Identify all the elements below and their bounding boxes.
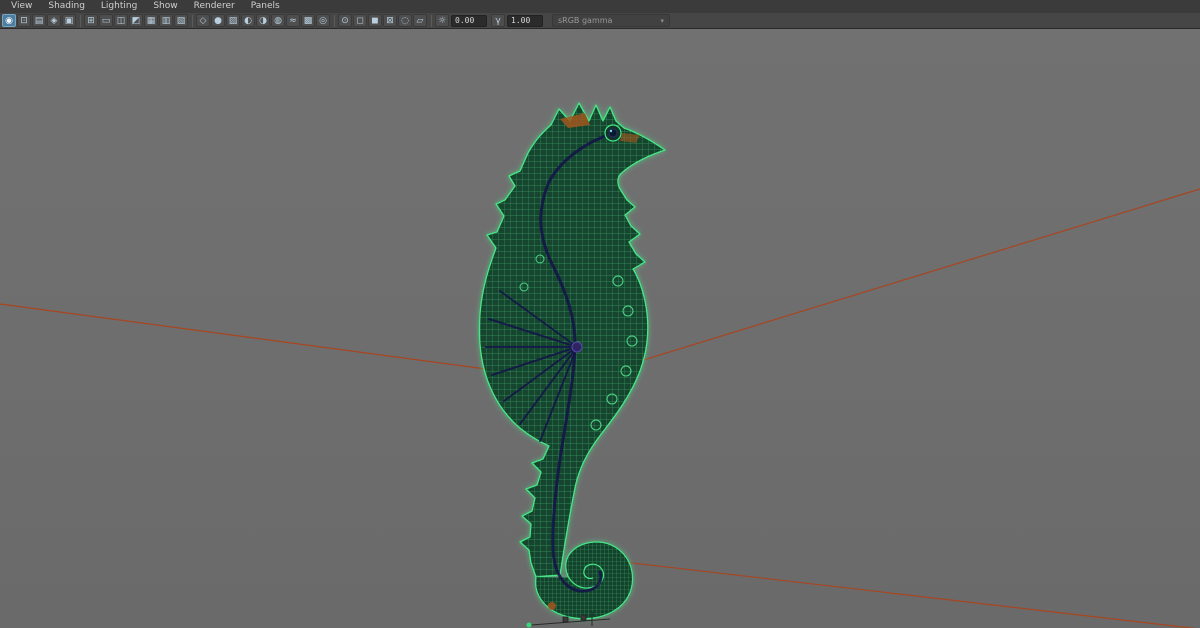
resolution-gate-icon[interactable]: ◫ — [114, 14, 128, 27]
chevron-down-icon: ▾ — [660, 16, 664, 25]
menu-panels[interactable]: Panels — [243, 0, 288, 13]
image-plane-icon[interactable]: ▣ — [62, 14, 76, 27]
use-all-lights-icon[interactable]: ◐ — [241, 14, 255, 27]
menu-shading[interactable]: Shading — [40, 0, 93, 13]
ambient-occlusion-icon[interactable]: ◍ — [271, 14, 285, 27]
xray-joints-icon[interactable]: ◼ — [368, 14, 382, 27]
toolbar-divider — [80, 14, 81, 27]
wireframe-display-icon[interactable]: ◇ — [196, 14, 210, 27]
default-material-icon[interactable]: ◌ — [398, 14, 412, 27]
gamma-toggle-icon[interactable]: γ — [491, 14, 505, 27]
film-gate-icon[interactable]: ▭ — [99, 14, 113, 27]
viewport[interactable] — [0, 29, 1200, 628]
seahorse-eye — [604, 124, 622, 142]
select-camera-icon[interactable]: ◉ — [2, 14, 16, 27]
wireframe-on-shaded-icon[interactable]: ⊠ — [383, 14, 397, 27]
panel-toolbar: ◉⊡▤◈▣ ⊞▭◫◩▦▥▧ ◇●▨◐◑◍≈▩◎ ⊙◻◼⊠◌▱ ☼ γ sRGB gam… — [0, 13, 1200, 29]
menu-renderer[interactable]: Renderer — [186, 0, 243, 13]
smooth-shade-icon[interactable]: ● — [211, 14, 225, 27]
menu-view[interactable]: View — [3, 0, 40, 13]
toolbar-divider — [431, 14, 432, 27]
textured-display-icon[interactable]: ▨ — [226, 14, 240, 27]
seahorse-wireframe-model[interactable] — [478, 102, 666, 620]
shadows-toggle-icon[interactable]: ◑ — [256, 14, 270, 27]
isolate-select-icon[interactable]: ⊙ — [338, 14, 352, 27]
safe-title-icon[interactable]: ▧ — [174, 14, 188, 27]
gamma-field[interactable] — [507, 14, 543, 27]
camera-attributes-icon[interactable]: ▤ — [32, 14, 46, 27]
paint-effects-display-icon[interactable]: ▱ — [413, 14, 427, 27]
bookmarks-icon[interactable]: ◈ — [47, 14, 61, 27]
exposure-field[interactable] — [451, 14, 487, 27]
viewport-canvas — [0, 102, 1200, 628]
icon-toolbar-groups: ◉ ⊡ ▤ ◈ ▣ ⊞ ▭ ◫ ◩ ▦ ▥ ▧ ◇ ● ▨ ◐ ◑ ◍ ≈ ▩ ◎ ⊙ ◻ ◼ ⊠ ◌ ▱ — [2, 14, 428, 27]
motion-blur-icon[interactable]: ≈ — [286, 14, 300, 27]
grid-toggle-icon[interactable]: ⊞ — [84, 14, 98, 27]
panel-menubar: View Shading Lighting Show Renderer Panels — [0, 0, 1200, 13]
toolbar-divider — [192, 14, 193, 27]
view-transform-value: sRGB gamma — [558, 16, 613, 25]
gate-mask-icon[interactable]: ◩ — [129, 14, 143, 27]
safe-action-icon[interactable]: ▥ — [159, 14, 173, 27]
field-chart-icon[interactable]: ▦ — [144, 14, 158, 27]
depth-of-field-icon[interactable]: ◎ — [316, 14, 330, 27]
anti-aliasing-icon[interactable]: ▩ — [301, 14, 315, 27]
xray-display-icon[interactable]: ◻ — [353, 14, 367, 27]
menu-lighting[interactable]: Lighting — [93, 0, 145, 13]
toolbar-divider — [334, 14, 335, 27]
exposure-toggle-icon[interactable]: ☼ — [435, 14, 449, 27]
hip-joint — [571, 341, 583, 353]
view-transform-dropdown[interactable]: sRGB gamma ▾ — [552, 14, 670, 27]
lock-camera-icon[interactable]: ⊡ — [17, 14, 31, 27]
menu-show[interactable]: Show — [145, 0, 185, 13]
